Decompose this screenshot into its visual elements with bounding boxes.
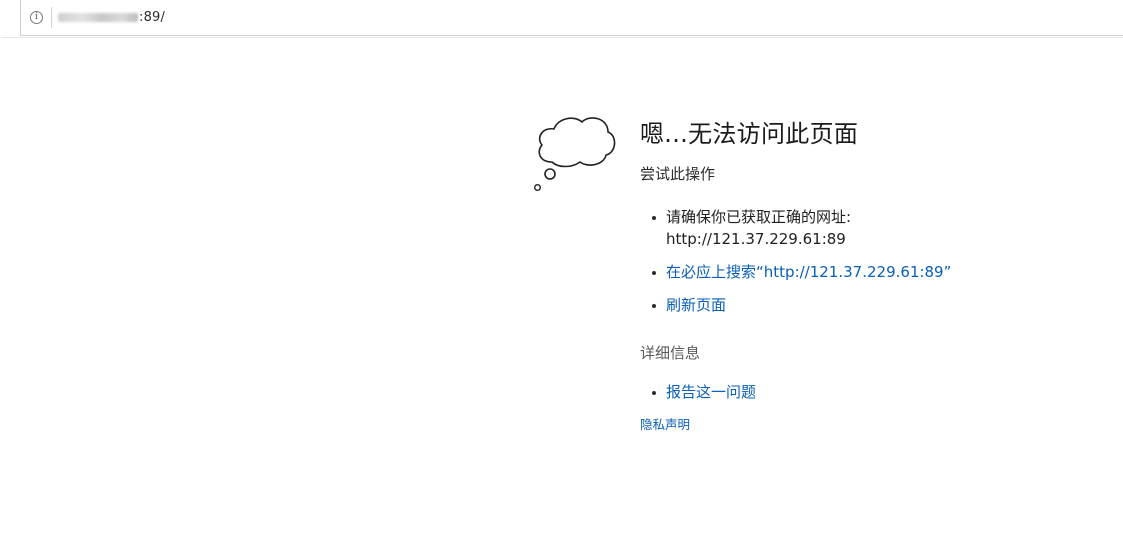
url-suffix: :89/	[139, 10, 166, 25]
list-item-report: 报告这一问题	[640, 381, 1110, 403]
url-text[interactable]: :89/	[58, 10, 165, 25]
report-issue-link[interactable]: 报告这一问题	[666, 383, 756, 401]
info-icon[interactable]: i	[30, 11, 43, 24]
privacy-statement-link[interactable]: 隐私声明	[640, 414, 1110, 433]
refresh-page-link[interactable]: 刷新页面	[666, 296, 726, 314]
suggestion-list: 请确保你已获取正确的网址: http://121.37.229.61:89 在必…	[640, 206, 1110, 316]
try-this-subheading: 尝试此操作	[640, 165, 716, 183]
list-item-refresh: 刷新页面	[640, 294, 1110, 316]
thought-cloud-icon	[533, 117, 616, 191]
details-list: 报告这一问题	[640, 381, 1110, 403]
address-divider	[51, 7, 52, 28]
check-url-address: http://121.37.229.61:89	[666, 230, 846, 248]
address-bar[interactable]: i :89/	[1, 0, 1123, 38]
details-heading[interactable]: 详细信息	[640, 342, 1110, 363]
page-title: 嗯...无法访问此页面	[640, 120, 859, 148]
list-item-check-url: 请确保你已获取正确的网址: http://121.37.229.61:89	[640, 206, 1110, 250]
url-redacted	[58, 13, 138, 22]
bing-search-link[interactable]: 在必应上搜索“http://121.37.229.61:89”	[666, 263, 951, 281]
check-url-text: 请确保你已获取正确的网址:	[666, 208, 852, 226]
list-item-bing-search: 在必应上搜索“http://121.37.229.61:89”	[640, 261, 1110, 283]
error-content: 嗯...无法访问此页面 尝试此操作 请确保你已获取正确的网址: http://1…	[640, 114, 1110, 433]
